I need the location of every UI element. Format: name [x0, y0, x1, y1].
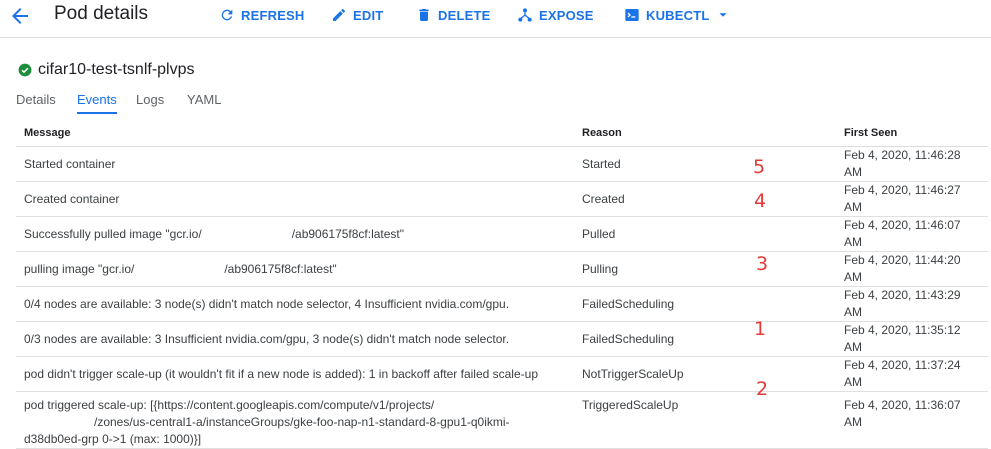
event-reason: Started [574, 146, 836, 182]
tab-events[interactable]: Events [77, 92, 117, 114]
event-message: pod triggered scale-up: [{https://conten… [16, 391, 574, 449]
table-row: Created container Created Feb 4, 2020, 1… [16, 181, 988, 217]
event-first-seen: Feb 4, 2020, 11:46:28 AM [836, 146, 988, 182]
pod-name: cifar10-test-tsnlf-plvps [38, 61, 195, 78]
edit-button[interactable]: EDIT [331, 6, 383, 24]
top-bar: Pod details REFRESH EDIT DELETE EXPOSE K… [0, 0, 991, 38]
event-reason: TriggeredScaleUp [574, 391, 836, 449]
annotation-number: 4 [754, 190, 767, 212]
column-header-message[interactable]: Message [16, 120, 574, 147]
event-reason: FailedScheduling [574, 286, 836, 322]
event-reason: Pulled [574, 216, 836, 252]
event-reason: Pulling [574, 251, 836, 287]
annotation-number: 5 [753, 156, 766, 178]
events-table: Message Reason First Seen Started contai… [16, 120, 988, 449]
redacted-region [434, 400, 495, 411]
event-first-seen: Feb 4, 2020, 11:36:07 AM [836, 391, 988, 449]
column-header-reason[interactable]: Reason [574, 120, 836, 147]
event-first-seen: Feb 4, 2020, 11:44:20 AM [836, 251, 988, 287]
table-row: 0/3 nodes are available: 3 Insufficient … [16, 321, 988, 357]
message-text: 0/4 nodes are available: 3 node(s) didn'… [24, 296, 510, 311]
edit-label: EDIT [353, 7, 384, 23]
refresh-button[interactable]: REFRESH [219, 6, 305, 24]
trash-icon [419, 9, 429, 21]
redacted-region [134, 264, 225, 275]
refresh-label: REFRESH [241, 7, 305, 23]
event-message: pulling image "gcr.io/ /ab906175f8cf:late… [16, 251, 574, 287]
tab-logs[interactable]: Logs [136, 92, 164, 114]
message-text: pod triggered scale-up: [{https://conten… [24, 398, 435, 412]
message-text-suffix: /ab906175f8cf:latest" [291, 226, 405, 241]
terminal-icon [625, 9, 639, 21]
event-message: pod didn't trigger scale-up (it wouldn't… [16, 356, 574, 392]
tab-details[interactable]: Details [16, 92, 56, 114]
message-text: Successfully pulled image "gcr.io/ [24, 226, 202, 241]
table-row: pod triggered scale-up: [{https://conten… [16, 391, 988, 449]
kubectl-dropdown[interactable]: KUBECTL [624, 6, 730, 24]
expose-label: EXPOSE [539, 7, 594, 23]
event-message: Started container [16, 146, 574, 182]
table-row: 0/4 nodes are available: 3 node(s) didn'… [16, 286, 988, 322]
redacted-region [201, 229, 292, 240]
network-icon [518, 8, 532, 22]
check-circle-icon [18, 63, 32, 77]
table-row: Successfully pulled image "gcr.io/ /ab906… [16, 216, 988, 252]
event-first-seen: Feb 4, 2020, 11:35:12 AM [836, 321, 988, 357]
page-title: Pod details [54, 3, 149, 24]
column-header-first-seen[interactable]: First Seen [836, 120, 988, 147]
pencil-icon [333, 8, 346, 21]
back-arrow-icon[interactable] [8, 4, 32, 28]
tab-yaml[interactable]: YAML [187, 92, 221, 114]
redacted-region [24, 417, 94, 428]
message-text: pulling image "gcr.io/ [24, 261, 135, 276]
message-text: Created container [24, 191, 120, 206]
event-first-seen: Feb 4, 2020, 11:43:29 AM [836, 286, 988, 322]
pod-heading: cifar10-test-tsnlf-plvps [18, 61, 195, 79]
event-message: 0/4 nodes are available: 3 node(s) didn'… [16, 286, 574, 322]
table-header-row: Message Reason First Seen [16, 120, 988, 147]
kubectl-label: KUBECTL [646, 7, 710, 23]
delete-label: DELETE [438, 7, 491, 23]
expose-button[interactable]: EXPOSE [517, 6, 594, 24]
event-message: Successfully pulled image "gcr.io/ /ab906… [16, 216, 574, 252]
event-reason: NotTriggerScaleUp [574, 356, 836, 392]
event-reason: FailedScheduling [574, 321, 836, 357]
refresh-icon [221, 9, 233, 21]
table-row: pod didn't trigger scale-up (it wouldn't… [16, 356, 988, 392]
table-row: pulling image "gcr.io/ /ab906175f8cf:late… [16, 251, 988, 287]
event-message: Created container [16, 181, 574, 217]
annotation-number: 3 [756, 253, 769, 275]
event-first-seen: Feb 4, 2020, 11:46:27 AM [836, 181, 988, 217]
delete-button[interactable]: DELETE [416, 6, 490, 24]
event-first-seen: Feb 4, 2020, 11:46:07 AM [836, 216, 988, 252]
caret-down-icon [719, 13, 727, 17]
annotation-number: 1 [754, 318, 767, 340]
event-first-seen: Feb 4, 2020, 11:37:24 AM [836, 356, 988, 392]
event-reason: Created [574, 181, 836, 217]
message-text: pod didn't trigger scale-up (it wouldn't… [24, 366, 538, 381]
table-row: Started container Started Feb 4, 2020, 1… [16, 146, 988, 182]
message-text: Started container [24, 156, 116, 171]
annotation-number: 2 [756, 378, 769, 400]
event-message: 0/3 nodes are available: 3 Insufficient … [16, 321, 574, 357]
message-text-suffix: /ab906175f8cf:latest" [224, 261, 337, 276]
message-text: 0/3 nodes are available: 3 Insufficient … [24, 331, 510, 346]
